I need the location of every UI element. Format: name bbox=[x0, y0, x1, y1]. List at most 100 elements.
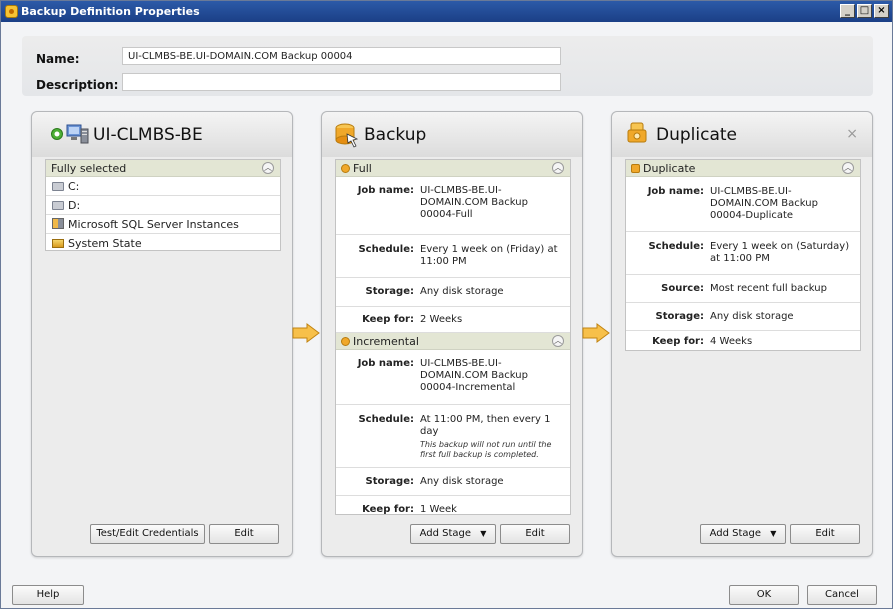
full-keep-row: Keep for: 2 Weeks bbox=[336, 307, 570, 333]
list-item[interactable]: Microsoft SQL Server Instances bbox=[46, 215, 280, 234]
full-backup-header[interactable]: Full ︿ bbox=[336, 160, 570, 177]
full-keep-value: 2 Weeks bbox=[420, 314, 463, 325]
backup-panel-title: Backup bbox=[364, 125, 427, 145]
dropdown-arrow-icon: ▼ bbox=[480, 529, 487, 538]
source-label: Source: bbox=[661, 283, 704, 294]
backup-add-stage-button[interactable]: Add Stage ▼ bbox=[410, 524, 496, 544]
duplicate-keep-value: 4 Weeks bbox=[710, 336, 753, 347]
full-backup-label: Full bbox=[353, 162, 372, 175]
full-job-name-value: UI-CLMBS-BE.UI-DOMAIN.COM Backup 00004-F… bbox=[420, 185, 528, 220]
item-label: D: bbox=[68, 199, 81, 212]
description-label: Description: bbox=[36, 78, 119, 92]
name-label: Name: bbox=[36, 52, 80, 66]
schedule-label: Schedule: bbox=[358, 414, 414, 425]
duplicate-edit-button[interactable]: Edit bbox=[790, 524, 860, 544]
full-schedule-value: Every 1 week on (Friday) at 11:00 PM bbox=[420, 244, 558, 267]
fully-selected-header[interactable]: Fully selected ︿ bbox=[46, 160, 280, 177]
source-panel: UI-CLMBS-BE Fully selected ︿ C: D: Micro… bbox=[31, 111, 293, 557]
incremental-schedule-text: At 11:00 PM, then every 1 day bbox=[420, 414, 551, 437]
storage-label: Storage: bbox=[365, 476, 414, 487]
status-ok-icon bbox=[51, 128, 63, 140]
close-icon[interactable]: × bbox=[846, 126, 858, 142]
item-label: C: bbox=[68, 180, 80, 193]
fully-selected-label: Fully selected bbox=[51, 162, 127, 175]
test-edit-credentials-button[interactable]: Test/Edit Credentials bbox=[90, 524, 205, 544]
selection-list: Fully selected ︿ C: D: Microsoft SQL Ser… bbox=[45, 159, 281, 251]
title-bar[interactable]: Backup Definition Properties _ □ × bbox=[1, 1, 892, 22]
source-panel-title: UI-CLMBS-BE bbox=[93, 125, 203, 145]
system-state-icon bbox=[52, 239, 64, 248]
name-input[interactable] bbox=[122, 47, 561, 65]
backup-definition-window: Backup Definition Properties _ □ × Name:… bbox=[0, 0, 893, 609]
full-storage-value: Any disk storage bbox=[420, 286, 504, 297]
full-storage-row: Storage: Any disk storage bbox=[336, 278, 570, 307]
duplicate-storage-value: Any disk storage bbox=[710, 311, 794, 322]
backup-panel: Backup Full ︿ Job name: UI-CLMBS-BE.UI-D… bbox=[321, 111, 583, 557]
incremental-storage-value: Any disk storage bbox=[420, 476, 504, 487]
storage-label: Storage: bbox=[655, 311, 704, 322]
ok-button[interactable]: OK bbox=[729, 585, 799, 605]
full-schedule-row: Schedule: Every 1 week on (Friday) at 11… bbox=[336, 235, 570, 278]
duplicate-stage-label: Duplicate bbox=[643, 162, 696, 175]
duplicate-stage: Duplicate ︿ Job name: UI-CLMBS-BE.UI-DOM… bbox=[625, 159, 861, 351]
duplicate-source-value: Most recent full backup bbox=[710, 283, 827, 294]
description-input[interactable] bbox=[122, 73, 561, 91]
keep-for-label: Keep for: bbox=[362, 314, 414, 325]
incremental-keep-row: Keep for: 1 Week bbox=[336, 496, 570, 523]
duplicate-source-row: Source: Most recent full backup bbox=[626, 275, 860, 303]
duplicate-panel-header: Duplicate × bbox=[612, 112, 872, 157]
collapse-icon[interactable]: ︿ bbox=[552, 162, 564, 174]
close-window-button[interactable]: × bbox=[874, 4, 889, 18]
sql-server-icon bbox=[52, 218, 64, 229]
backup-stages: Full ︿ Job name: UI-CLMBS-BE.UI-DOMAIN.C… bbox=[335, 159, 571, 515]
incremental-job-name-row: Job name: UI-CLMBS-BE.UI-DOMAIN.COM Back… bbox=[336, 350, 570, 405]
add-stage-label: Add Stage bbox=[709, 528, 762, 539]
minimize-button[interactable]: _ bbox=[840, 4, 855, 18]
arrow-right-icon bbox=[582, 323, 610, 343]
list-item[interactable]: System State bbox=[46, 234, 280, 253]
app-icon bbox=[5, 5, 18, 18]
source-edit-button[interactable]: Edit bbox=[209, 524, 279, 544]
backup-edit-button[interactable]: Edit bbox=[500, 524, 570, 544]
drive-icon bbox=[52, 201, 64, 210]
schedule-note: This backup will not run until the first… bbox=[420, 440, 552, 459]
job-name-label: Job name: bbox=[357, 185, 414, 196]
duplicate-icon bbox=[627, 122, 647, 143]
list-item[interactable]: C: bbox=[46, 177, 280, 196]
duplicate-panel-title: Duplicate bbox=[656, 125, 737, 145]
maximize-button[interactable]: □ bbox=[857, 4, 872, 18]
backup-panel-header: Backup bbox=[322, 112, 582, 157]
duplicate-add-stage-button[interactable]: Add Stage ▼ bbox=[700, 524, 786, 544]
duplicate-job-name-row: Job name: UI-CLMBS-BE.UI-DOMAIN.COM Back… bbox=[626, 177, 860, 232]
duplicate-panel: Duplicate × Duplicate ︿ Job name: UI-CLM… bbox=[611, 111, 873, 557]
cancel-button[interactable]: Cancel bbox=[807, 585, 877, 605]
collapse-icon[interactable]: ︿ bbox=[552, 335, 564, 347]
duplicate-stage-header[interactable]: Duplicate ︿ bbox=[626, 160, 860, 177]
duplicate-storage-row: Storage: Any disk storage bbox=[626, 303, 860, 331]
window-title: Backup Definition Properties bbox=[21, 5, 200, 18]
incremental-storage-row: Storage: Any disk storage bbox=[336, 468, 570, 496]
duplicate-schedule-row: Schedule: Every 1 week on (Saturday) at … bbox=[626, 232, 860, 275]
drive-icon bbox=[52, 182, 64, 191]
job-name-label: Job name: bbox=[647, 186, 704, 197]
add-stage-label: Add Stage bbox=[419, 528, 472, 539]
duplicate-schedule-value: Every 1 week on (Saturday) at 11:00 PM bbox=[710, 241, 850, 264]
collapse-icon[interactable]: ︿ bbox=[262, 162, 274, 174]
item-label: Microsoft SQL Server Instances bbox=[68, 218, 239, 231]
incremental-schedule-value: At 11:00 PM, then every 1 day This backu… bbox=[420, 414, 564, 460]
arrow-right-icon bbox=[292, 323, 320, 343]
collapse-icon[interactable]: ︿ bbox=[842, 162, 854, 174]
duplicate-stage-icon bbox=[631, 164, 640, 173]
keep-for-label: Keep for: bbox=[652, 336, 704, 347]
job-name-label: Job name: bbox=[357, 358, 414, 369]
source-panel-header: UI-CLMBS-BE bbox=[32, 112, 292, 157]
help-button[interactable]: Help bbox=[12, 585, 84, 605]
incremental-backup-icon bbox=[341, 337, 350, 346]
incremental-keep-value: 1 Week bbox=[420, 504, 457, 515]
duplicate-keep-row: Keep for: 4 Weeks bbox=[626, 331, 860, 351]
server-icon bbox=[66, 124, 89, 144]
incremental-schedule-row: Schedule: At 11:00 PM, then every 1 day … bbox=[336, 405, 570, 468]
incremental-backup-header[interactable]: Incremental ︿ bbox=[336, 333, 570, 350]
list-item[interactable]: D: bbox=[46, 196, 280, 215]
duplicate-job-name-value: UI-CLMBS-BE.UI-DOMAIN.COM Backup 00004-D… bbox=[710, 186, 818, 221]
